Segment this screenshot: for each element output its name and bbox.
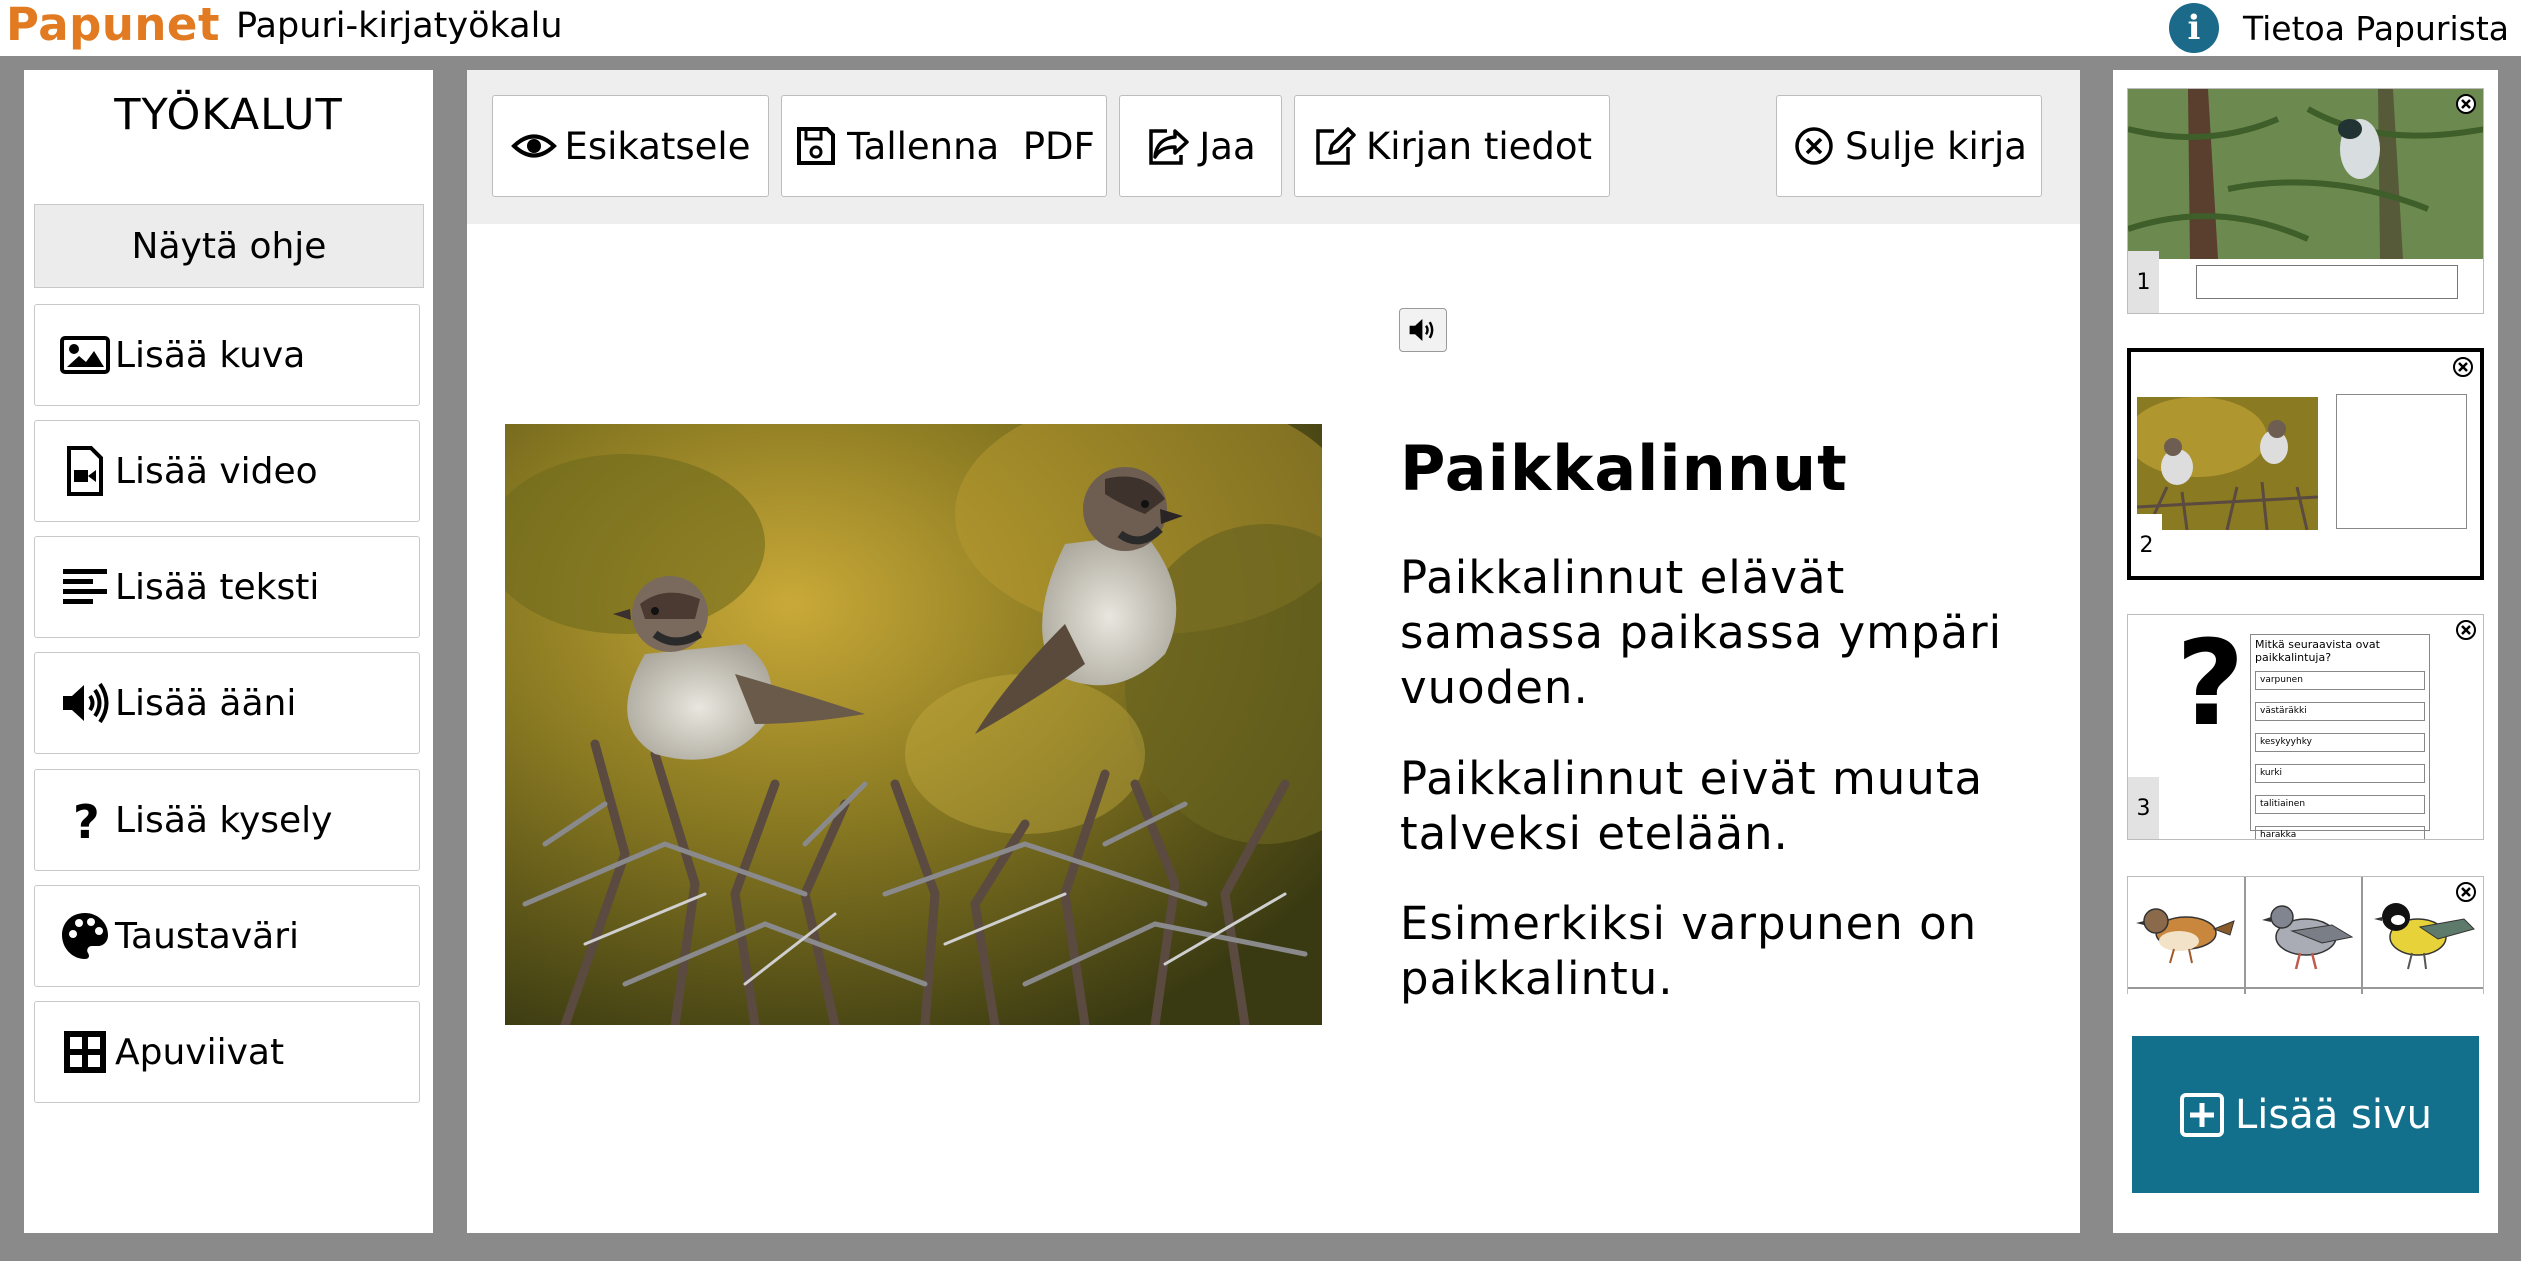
floppy-disk-icon — [797, 127, 836, 165]
close-circle-icon — [1795, 127, 1833, 165]
add-image-button[interactable]: Lisää kuva — [34, 304, 420, 406]
page-thumb-2[interactable]: 2 — [2127, 348, 2484, 580]
top-bar: Papunet Papuri-kirjatyökalu i Tietoa Pap… — [0, 0, 2521, 56]
add-sound-button[interactable]: Lisää ääni — [34, 652, 420, 754]
delete-page-3-icon[interactable] — [2455, 619, 2477, 641]
app-title: Papuri-kirjatyökalu — [236, 6, 563, 46]
paragraph-1[interactable]: Paikkalinnut elävät samassa paikassa ymp… — [1400, 550, 2040, 715]
speaker-icon — [1409, 319, 1434, 341]
question-mark-icon: ? — [2176, 614, 2245, 752]
page-list: 1 2 ? Mitkä seuraavista ovat paikkalintu… — [2113, 70, 2498, 1233]
add-quiz-button[interactable]: ? Lisää kysely — [34, 769, 420, 871]
close-book-button[interactable]: Sulje kirja — [1776, 95, 2042, 197]
close-book-label: Sulje kirja — [1845, 124, 2027, 168]
add-text-label: Lisää teksti — [115, 566, 320, 608]
quiz-option: talitiainen — [2255, 795, 2425, 814]
info-icon: i — [2168, 3, 2219, 53]
page-thumb-4[interactable] — [2127, 876, 2484, 994]
tools-panel: TYÖKALUT Näytä ohje Lisää kuva Lisää vid… — [24, 70, 433, 1233]
preview-label: Esikatsele — [564, 124, 751, 168]
page-heading[interactable]: Paikkalinnut — [1400, 432, 1848, 505]
add-page-label: Lisää sivu — [2235, 1091, 2432, 1138]
book-info-label: Kirjan tiedot — [1365, 124, 1593, 168]
image-icon — [60, 336, 110, 374]
plus-square-icon — [2180, 1092, 2225, 1137]
quiz-option: kesykyyhky — [2255, 733, 2425, 752]
page-number-2: 2 — [2131, 514, 2162, 576]
page-thumb-1[interactable]: 1 — [2127, 88, 2484, 314]
add-text-button[interactable]: Lisää teksti — [34, 536, 420, 638]
edit-icon — [1316, 127, 1356, 165]
pigeon-drawing — [2262, 905, 2354, 970]
guidelines-label: Apuviivat — [115, 1031, 285, 1073]
page-number-1: 1 — [2128, 251, 2159, 313]
guidelines-button[interactable]: Apuviivat — [34, 1001, 420, 1103]
quiz-option: västäräkki — [2255, 702, 2425, 721]
great-tit-drawing — [2374, 903, 2475, 970]
sparrows-image — [505, 424, 1322, 1025]
page-number-3: 3 — [2128, 777, 2159, 839]
text-lines-icon — [63, 569, 107, 604]
editor-toolbar: Esikatsele Tallenna PDF Jaa Kirjan tiedo… — [467, 70, 2080, 224]
share-icon — [1149, 129, 1190, 165]
show-help-button[interactable]: Näytä ohje — [34, 204, 424, 288]
page-editor: Esikatsele Tallenna PDF Jaa Kirjan tiedo… — [467, 70, 2080, 1233]
quiz-option: varpunen — [2255, 671, 2425, 690]
save-pdf-button[interactable]: Tallenna PDF — [781, 95, 1107, 197]
page-thumb-1-image — [2128, 89, 2483, 259]
share-button[interactable]: Jaa — [1119, 95, 1282, 197]
share-label: Jaa — [1199, 124, 1256, 168]
page-thumb-2-image — [2137, 397, 2318, 530]
grid-icon — [64, 1031, 106, 1073]
page-thumb-1-text-box — [2196, 265, 2458, 299]
info-label: Tietoa Papurista — [2242, 8, 2509, 48]
quiz-question: Mitkä seuraavista ovat paikkalintuja? — [2255, 638, 2380, 664]
delete-page-2-icon[interactable] — [2452, 356, 2474, 378]
page-thumb-2-text-box — [2336, 394, 2467, 529]
background-color-button[interactable]: Taustaväri — [34, 885, 420, 987]
quiz-option: kurki — [2255, 764, 2425, 783]
svg-text:?: ? — [73, 795, 100, 846]
papunet-logo[interactable]: Papunet — [6, 0, 220, 51]
add-image-label: Lisää kuva — [115, 334, 306, 376]
grid-divider — [2128, 987, 2483, 989]
tools-title: TYÖKALUT — [114, 90, 343, 140]
grid-divider — [2244, 877, 2246, 994]
add-sound-label: Lisää ääni — [115, 682, 297, 724]
quiz-preview: Mitkä seuraavista ovat paikkalintuja? va… — [2250, 634, 2430, 839]
play-sound-button[interactable] — [1399, 308, 1447, 352]
video-file-icon — [67, 446, 103, 496]
quiz-option: harakka — [2255, 826, 2425, 839]
grid-divider — [2361, 877, 2363, 994]
eye-icon — [510, 134, 557, 158]
preview-button[interactable]: Esikatsele — [492, 95, 769, 197]
sparrow-drawing — [2136, 908, 2235, 964]
page-thumb-3[interactable]: ? Mitkä seuraavista ovat paikkalintuja? … — [2127, 614, 2484, 840]
add-video-button[interactable]: Lisää video — [34, 420, 420, 522]
save-pdf-label: Tallenna PDF — [847, 124, 1095, 168]
speaker-icon — [63, 682, 109, 724]
sparrows-photo[interactable] — [505, 424, 1322, 1025]
background-color-label: Taustaväri — [115, 915, 300, 957]
add-quiz-label: Lisää kysely — [115, 799, 333, 841]
add-video-label: Lisää video — [115, 450, 318, 492]
info-link[interactable]: i Tietoa Papurista — [2168, 0, 2509, 56]
paragraph-2[interactable]: Paikkalinnut eivät muuta talveksi etelää… — [1400, 751, 2040, 861]
book-info-button[interactable]: Kirjan tiedot — [1294, 95, 1610, 197]
paragraph-3[interactable]: Esimerkiksi varpunen on paikkalintu. — [1400, 896, 2040, 1006]
question-icon: ? — [73, 795, 100, 846]
delete-page-4-icon[interactable] — [2455, 881, 2477, 903]
add-page-button[interactable]: Lisää sivu — [2132, 1036, 2479, 1193]
palette-icon — [62, 913, 108, 959]
delete-page-1-icon[interactable] — [2455, 93, 2477, 115]
